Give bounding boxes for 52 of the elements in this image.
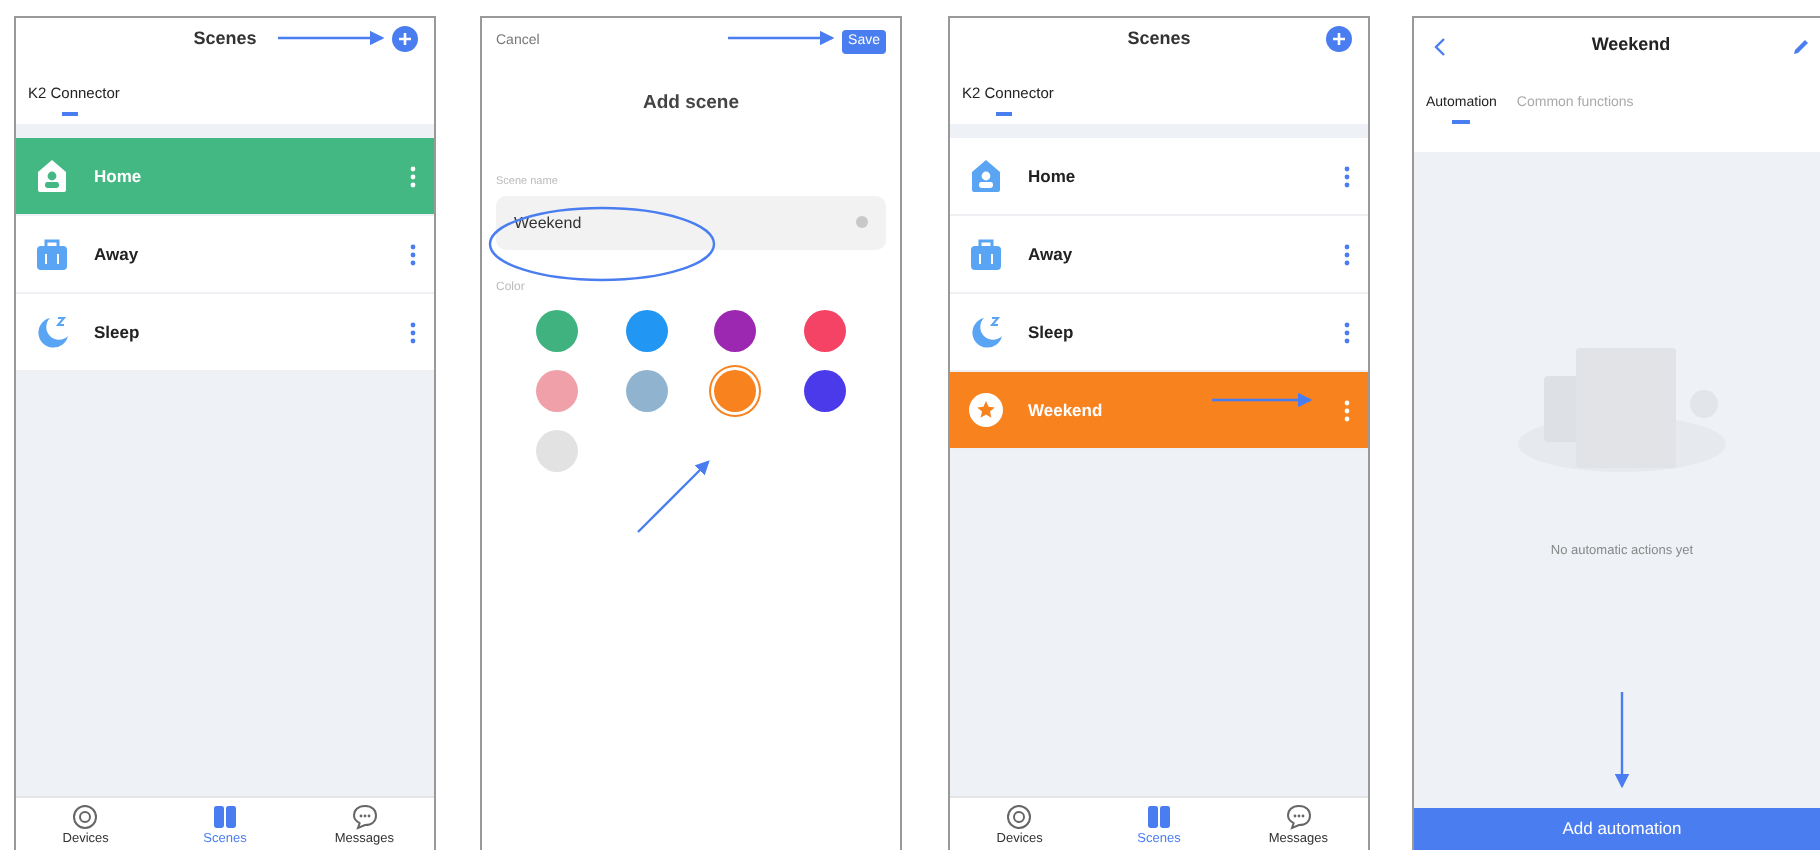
color-swatch[interactable] (625, 369, 668, 411)
color-swatch[interactable] (714, 369, 757, 411)
scene-name: Sleep (94, 319, 140, 346)
chat-bubble-icon (351, 804, 378, 830)
color-swatch[interactable] (804, 309, 847, 351)
more-options-icon[interactable] (1344, 321, 1350, 344)
columns-icon (211, 804, 238, 830)
chat-bubble-icon (1285, 804, 1312, 830)
annotation-arrow (1210, 392, 1314, 408)
screen-title: Weekend (1591, 32, 1671, 59)
scene-name-field[interactable]: Weekend (496, 195, 886, 249)
color-swatch[interactable] (804, 369, 847, 411)
moon-icon (34, 314, 70, 351)
annotation-arrow (1614, 690, 1630, 790)
suitcase-icon (34, 236, 70, 273)
color-swatch[interactable] (535, 429, 578, 471)
more-options-icon[interactable] (410, 321, 416, 344)
moon-icon (968, 314, 1004, 351)
plus-icon (1332, 32, 1346, 46)
back-icon[interactable] (1434, 37, 1446, 55)
house-icon (968, 158, 1004, 195)
more-options-icon[interactable] (410, 165, 416, 188)
form-title: Add scene (642, 90, 740, 118)
annotation-arrow (726, 30, 836, 46)
scene-name: Home (94, 163, 142, 190)
add-button[interactable] (392, 26, 418, 52)
add-button[interactable] (1326, 26, 1352, 52)
scene-name: Away (94, 241, 139, 268)
house-icon (34, 158, 70, 195)
scene-name: Sleep (1028, 319, 1074, 346)
annotation-arrow (276, 30, 386, 46)
target-icon (72, 804, 99, 830)
more-options-icon[interactable] (410, 243, 416, 266)
screen-title: Scenes (1127, 26, 1191, 53)
scene-name: Away (1028, 241, 1073, 268)
scene-name: Home (1028, 163, 1076, 190)
color-swatch[interactable] (714, 309, 757, 351)
annotation-arrow (634, 456, 714, 536)
scene-name: Weekend (1028, 397, 1103, 424)
plus-icon (398, 32, 412, 46)
target-icon (1006, 804, 1033, 830)
more-options-icon[interactable] (1344, 165, 1350, 188)
more-options-icon[interactable] (1344, 243, 1350, 266)
more-options-icon[interactable] (1344, 399, 1350, 422)
columns-icon (1145, 804, 1172, 830)
suitcase-icon (968, 236, 1004, 273)
screen-title: Scenes (193, 26, 257, 53)
color-swatch[interactable] (535, 369, 578, 411)
color-swatch[interactable] (535, 309, 578, 351)
pencil-icon[interactable] (1791, 37, 1810, 55)
color-swatch[interactable] (625, 309, 668, 351)
add-automation-button[interactable]: Add automation (1414, 808, 1820, 850)
